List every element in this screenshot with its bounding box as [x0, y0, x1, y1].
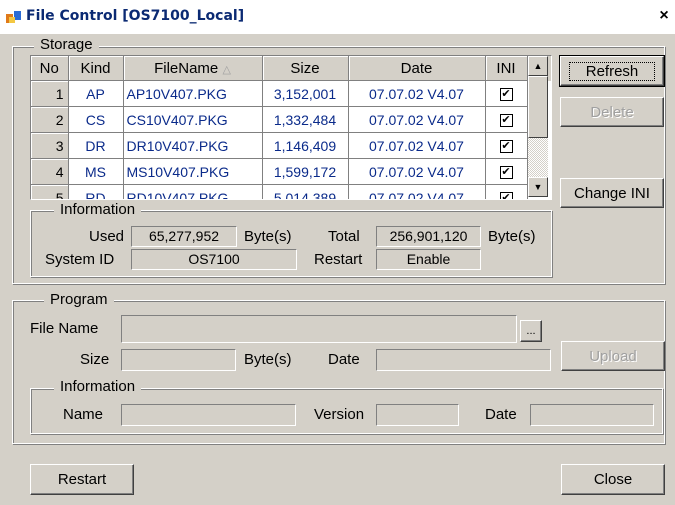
program-label: Program	[44, 292, 114, 308]
storage-label: Storage	[34, 37, 99, 53]
info-date-label: Date	[485, 406, 517, 423]
used-unit: Byte(s)	[244, 228, 292, 245]
refresh-button[interactable]: Refresh	[559, 55, 665, 87]
window-title: File Control [OS7100_Local]	[26, 8, 245, 24]
file-table[interactable]: No Kind FileName △ Size Date INI 1 AP AP…	[30, 55, 552, 200]
version-field	[376, 404, 459, 426]
file-name-label: File Name	[30, 320, 99, 337]
upload-button[interactable]: Upload	[561, 341, 665, 371]
browse-button[interactable]: ...	[520, 320, 542, 342]
scroll-down-icon[interactable]: ▼	[528, 177, 548, 197]
scroll-thumb[interactable]	[528, 76, 548, 138]
used-value: 65,277,952	[131, 226, 237, 247]
used-label: Used	[89, 228, 125, 245]
size-unit: Byte(s)	[244, 351, 292, 368]
file-name-field[interactable]	[121, 315, 517, 343]
total-label: Total	[328, 228, 360, 245]
table-row[interactable]: 4 MS MS10V407.PKG 1,599,172 07.07.02 V4.…	[31, 158, 551, 185]
table-header: No Kind FileName △ Size Date INI	[31, 56, 551, 81]
close-icon[interactable]: ×	[656, 7, 672, 25]
info-date-field	[530, 404, 654, 426]
delete-button[interactable]: Delete	[560, 97, 664, 127]
restart-value: Enable	[376, 249, 481, 270]
sort-ascending-icon: △	[222, 63, 231, 76]
size-field	[121, 349, 236, 371]
program-info-label: Information	[54, 379, 142, 395]
table-row[interactable]: 2 CS CS10V407.PKG 1,332,484 07.07.02 V4.…	[31, 106, 551, 133]
date-field	[376, 349, 551, 371]
scroll-up-icon[interactable]: ▲	[528, 56, 548, 76]
name-label: Name	[63, 406, 104, 423]
ini-checkbox[interactable]: ✔	[499, 192, 513, 199]
table-row[interactable]: 3 DR DR10V407.PKG 1,146,409 07.07.02 V4.…	[31, 132, 551, 159]
table-scrollbar[interactable]: ▲ ▼	[528, 56, 548, 197]
date-label: Date	[328, 351, 360, 368]
storage-info-label: Information	[54, 202, 142, 218]
name-field	[121, 404, 296, 426]
app-icon	[6, 11, 21, 23]
restart-button[interactable]: Restart	[30, 464, 134, 495]
col-date[interactable]: Date	[348, 56, 486, 81]
version-label: Version	[314, 406, 365, 423]
title-bar: File Control [OS7100_Local] ×	[0, 0, 675, 34]
total-value: 256,901,120	[376, 226, 481, 247]
table-row[interactable]: 5 RD RD10V407.PKG 5,014,389 07.07.02 V4.…	[31, 184, 551, 199]
col-kind[interactable]: Kind	[68, 56, 124, 81]
restart-label: Restart	[314, 251, 363, 268]
ini-checkbox[interactable]: ✔	[499, 140, 513, 154]
system-id-label: System ID	[45, 251, 115, 268]
ini-checkbox[interactable]: ✔	[499, 114, 513, 128]
size-label: Size	[80, 351, 110, 368]
table-row[interactable]: 1 AP AP10V407.PKG 3,152,001 07.07.02 V4.…	[31, 80, 551, 107]
col-size[interactable]: Size	[262, 56, 349, 81]
change-ini-button[interactable]: Change INI	[560, 178, 664, 208]
ini-checkbox[interactable]: ✔	[499, 88, 513, 102]
col-ini[interactable]: INI	[485, 56, 528, 81]
system-id-value: OS7100	[131, 249, 297, 270]
ini-checkbox[interactable]: ✔	[499, 166, 513, 180]
col-no[interactable]: No	[31, 56, 69, 81]
total-unit: Byte(s)	[488, 228, 536, 245]
col-filename[interactable]: FileName △	[123, 56, 263, 81]
close-button[interactable]: Close	[561, 464, 665, 495]
